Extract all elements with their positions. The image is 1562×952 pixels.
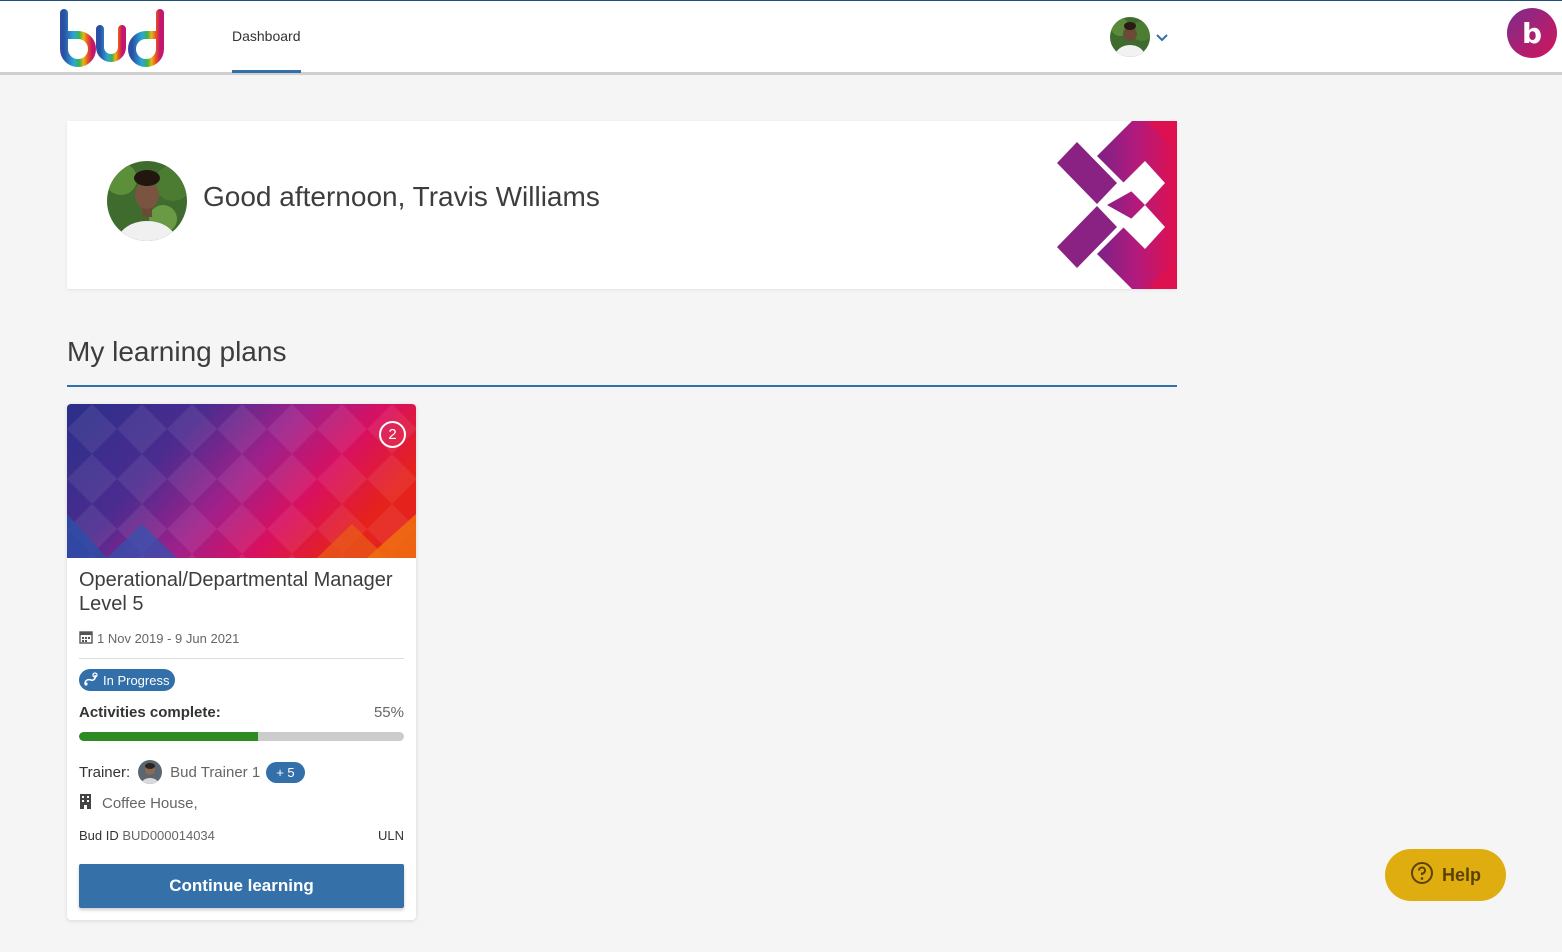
activities-percent: 55% (373, 704, 404, 721)
section-title: My learning plans (67, 336, 287, 367)
chevron-down-icon (1154, 29, 1170, 45)
status-badge: In Progress (79, 669, 176, 691)
bud-id-value: BUD000014034 (122, 828, 215, 843)
uln-label: ULN (377, 828, 404, 843)
svg-text:b: b (1522, 17, 1542, 50)
trainer-row: Trainer: Bud Trainer 1 + 5 (79, 760, 305, 784)
calendar-icon (79, 630, 93, 647)
plan-count-badge: 2 (379, 421, 406, 448)
plan-banner (67, 404, 416, 558)
help-icon (1410, 861, 1434, 890)
status-icon (83, 671, 99, 689)
tab-dashboard[interactable]: Dashboard (232, 1, 301, 73)
bud-id-row: Bud ID BUD000014034 (79, 828, 215, 843)
trainer-avatar (138, 760, 163, 784)
help-button[interactable]: Help (1385, 849, 1506, 901)
welcome-card: Good afternoon, Travis Williams (67, 121, 1177, 289)
plan-dates: 1 Nov 2019 - 9 Jun 2021 (79, 630, 239, 647)
profile-avatar (107, 161, 187, 241)
employer-row: Coffee House, (79, 794, 198, 813)
progress-fill (79, 732, 258, 741)
brand-badge[interactable]: b (1506, 7, 1558, 59)
top-navigation: Dashboard b (0, 0, 1562, 75)
help-label: Help (1441, 864, 1481, 885)
trainer-label: Trainer: (79, 763, 131, 781)
decorative-pattern (1037, 121, 1177, 289)
plan-date-range: 1 Nov 2019 - 9 Jun 2021 (97, 631, 240, 646)
divider (79, 658, 404, 659)
trainer-name: Bud Trainer 1 (170, 763, 261, 781)
activities-progress-bar (79, 732, 404, 741)
greeting-text: Good afternoon, Travis Williams (203, 181, 600, 212)
section-divider (67, 385, 1177, 387)
avatar (1110, 17, 1150, 57)
bud-id-label: Bud ID (79, 828, 119, 843)
status-label: In Progress (103, 672, 170, 688)
user-menu[interactable] (1110, 17, 1170, 57)
building-icon (79, 794, 92, 813)
activities-label: Activities complete: (79, 704, 221, 721)
more-trainers-badge[interactable]: + 5 (266, 761, 305, 783)
continue-learning-button[interactable]: Continue learning (79, 864, 404, 908)
bud-logo[interactable] (56, 9, 170, 67)
plan-title[interactable]: Operational/Departmental Manager Level 5 (79, 568, 404, 616)
employer-name: Coffee House, (102, 795, 198, 812)
learning-plan-card: 2 Operational/Departmental Manager Level… (67, 404, 416, 920)
